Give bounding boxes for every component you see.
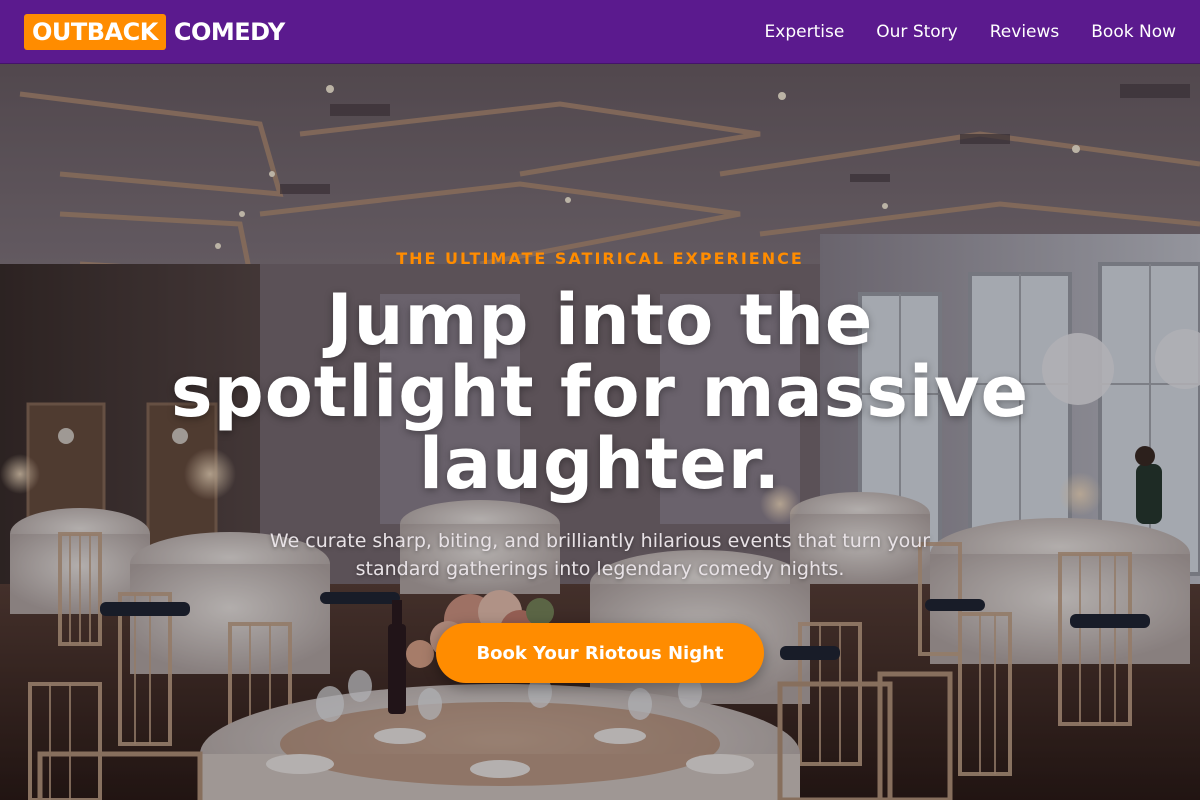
hero-subtext: We curate sharp, biting, and brilliantly… — [269, 530, 931, 580]
top-navbar: OUTBACK COMEDY Expertise Our Story Revie… — [0, 0, 1200, 64]
nav-link-expertise[interactable]: Expertise — [765, 22, 845, 42]
logo-badge: OUTBACK — [24, 13, 166, 50]
brand-logo[interactable]: OUTBACK COMEDY — [24, 13, 285, 50]
nav-link-book-now[interactable]: Book Now — [1091, 22, 1176, 42]
main-nav: Expertise Our Story Reviews Book Now — [765, 22, 1176, 42]
nav-link-our-story[interactable]: Our Story — [876, 22, 957, 42]
hero-content: THE ULTIMATE SATIRICAL EXPERIENCE Jump i… — [0, 64, 1200, 800]
hero-eyebrow: THE ULTIMATE SATIRICAL EXPERIENCE — [396, 249, 804, 268]
nav-link-reviews[interactable]: Reviews — [990, 22, 1060, 42]
hero-section: THE ULTIMATE SATIRICAL EXPERIENCE Jump i… — [0, 64, 1200, 800]
logo-wordmark: COMEDY — [173, 17, 285, 46]
hero-headline: Jump into the spotlight for massive laug… — [170, 279, 1030, 505]
book-riotous-night-button[interactable]: Book Your Riotous Night — [436, 623, 764, 683]
